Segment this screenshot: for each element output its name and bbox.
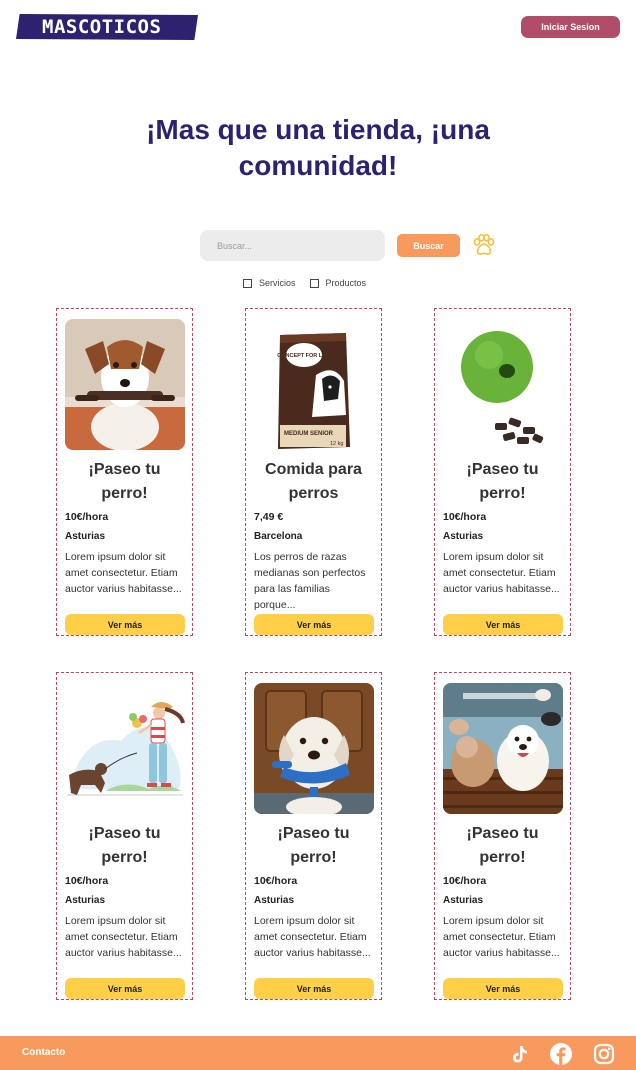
product-card[interactable]: ¡Paseo tu perro! 10€/hora Asturias Lorem… <box>56 672 193 1000</box>
bag-variant-text: MEDIUM SENIOR <box>284 431 334 437</box>
card-price: 10€/hora <box>254 875 298 887</box>
card-title: ¡Paseo tu perro! <box>466 825 539 866</box>
labrador-with-leash-photo <box>254 683 374 814</box>
card-location: Asturias <box>443 895 484 906</box>
card-title: ¡Paseo tu perro! <box>466 461 539 502</box>
login-button[interactable]: Iniciar Sesion <box>521 16 620 38</box>
search-button[interactable]: Buscar <box>397 234 460 257</box>
dogs-daycare-photo <box>443 683 563 814</box>
paw-icon[interactable] <box>472 234 496 256</box>
card-description: Lorem ipsum dolor sit amet consectetur. … <box>443 551 560 595</box>
page-title: ¡Mas que una tienda, ¡una comunidad! <box>0 112 636 184</box>
card-price: 10€/hora <box>65 875 109 887</box>
card-price: 10€/hora <box>443 875 487 887</box>
product-card[interactable]: ¡Paseo tu perro! 10€/hora Asturias Lorem… <box>245 672 382 1000</box>
card-description: Lorem ipsum dolor sit amet consectetur. … <box>254 915 371 959</box>
ver-mas-button[interactable]: Ver más <box>254 978 374 999</box>
ver-mas-button[interactable]: Ver más <box>65 614 185 635</box>
card-location: Asturias <box>443 531 484 542</box>
card-title: Comida para perros <box>265 461 362 502</box>
filter-productos[interactable]: Productos <box>309 278 367 288</box>
dog-holding-leash-photo <box>65 319 185 450</box>
page-title-line2: comunidad! <box>238 150 398 181</box>
logo-text: MASCOTICOS <box>42 16 162 38</box>
product-card[interactable]: ¡Paseo tu perro! 10€/hora Asturias Lorem… <box>434 308 571 636</box>
card-description: Lorem ipsum dolor sit amet consectetur. … <box>65 915 182 959</box>
card-price: 7,49 € <box>254 511 284 523</box>
logo[interactable]: MASCOTICOS <box>16 14 198 40</box>
card-title: ¡Paseo tu perro! <box>277 825 350 866</box>
footer: Contacto <box>0 1036 636 1070</box>
instagram-icon[interactable] <box>593 1043 615 1065</box>
product-card[interactable]: ¡Paseo tu perro! 10€/hora Asturias Lorem… <box>56 308 193 636</box>
filter-label: Servicios <box>259 278 296 288</box>
tiktok-icon[interactable] <box>508 1043 530 1065</box>
filter-label: Productos <box>325 278 367 288</box>
woman-walking-dog-illustration <box>65 683 185 814</box>
card-location: Asturias <box>65 895 106 906</box>
card-title: ¡Paseo tu perro! <box>88 461 161 502</box>
page-title-line1: ¡Mas que una tienda, ¡una <box>146 114 490 145</box>
card-title: ¡Paseo tu perro! <box>88 825 161 866</box>
green-ball-treats-photo <box>443 319 563 450</box>
contact-link[interactable]: Contacto <box>22 1047 65 1058</box>
filters: Servicios Productos <box>243 278 380 288</box>
productos-checkbox[interactable] <box>309 278 319 288</box>
bag-brand-text: CONCEPT FOR LIFE <box>277 353 331 359</box>
ver-mas-button[interactable]: Ver más <box>65 978 185 999</box>
ver-mas-button[interactable]: Ver más <box>443 978 563 999</box>
ver-mas-button[interactable]: Ver más <box>443 614 563 635</box>
card-location: Asturias <box>65 531 106 542</box>
card-price: 10€/hora <box>443 511 487 523</box>
card-description: Lorem ipsum dolor sit amet consectetur. … <box>443 915 560 959</box>
card-location: Asturias <box>254 895 295 906</box>
servicios-checkbox[interactable] <box>243 278 252 288</box>
product-card[interactable]: ¡Paseo tu perro! 10€/hora Asturias Lorem… <box>434 672 571 1000</box>
ver-mas-button[interactable]: Ver más <box>254 614 374 635</box>
card-description: Los perros de razas medianas son perfect… <box>254 551 366 611</box>
facebook-icon[interactable] <box>550 1043 572 1065</box>
card-price: 10€/hora <box>65 511 109 523</box>
card-location: Barcelona <box>254 531 303 542</box>
dog-food-bag-photo: CONCEPT FOR LIFE MEDIUM SENIOR 12 kg <box>254 319 374 450</box>
card-description: Lorem ipsum dolor sit amet consectetur. … <box>65 551 182 595</box>
search-input[interactable] <box>200 230 385 261</box>
product-card[interactable]: CONCEPT FOR LIFE MEDIUM SENIOR 12 kg Com… <box>245 308 382 636</box>
filter-servicios[interactable]: Servicios <box>243 278 296 288</box>
bag-weight-text: 12 kg <box>330 441 343 447</box>
